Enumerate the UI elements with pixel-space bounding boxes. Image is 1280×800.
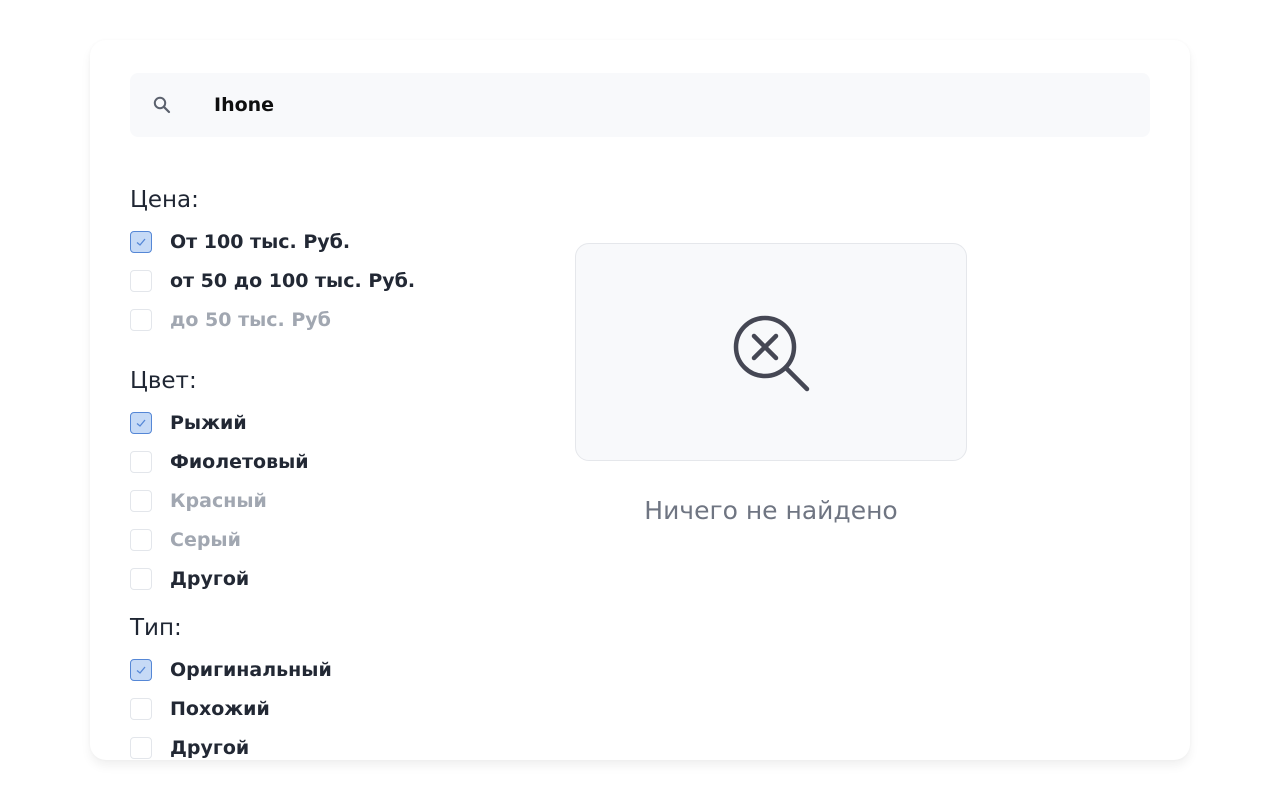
checkbox[interactable] [130,698,152,720]
type-filter-title: Тип: [130,615,182,641]
option-label: от 50 до 100 тыс. Руб. [170,270,416,292]
checkbox[interactable] [130,659,152,681]
check-icon [136,419,146,427]
empty-state-illustration [575,243,967,461]
checkbox[interactable] [130,309,152,331]
search-input[interactable]: Ihone [214,73,274,137]
price-option-50-100k[interactable]: от 50 до 100 тыс. Руб. [130,268,415,294]
type-option-original[interactable]: Оригинальный [130,657,332,683]
type-option-similar[interactable]: Похожий [130,696,270,722]
option-label: Рыжий [170,412,247,434]
type-option-other[interactable]: Другой [130,735,249,760]
color-option-red[interactable]: Красный [130,488,267,514]
checkbox[interactable] [130,529,152,551]
option-label: Другой [170,568,250,590]
checkbox[interactable] [130,451,152,473]
option-label: Другой [170,737,250,759]
option-label: От 100 тыс. Руб. [170,231,351,253]
option-label: до 50 тыс. Руб [170,309,331,331]
search-icon[interactable] [152,95,172,115]
price-option-under-50k[interactable]: до 50 тыс. Руб [130,307,331,333]
price-option-from-100k[interactable]: От 100 тыс. Руб. [130,229,350,255]
option-label: Оригинальный [170,659,332,681]
color-option-purple[interactable]: Фиолетовый [130,449,309,475]
color-option-gray[interactable]: Серый [130,527,241,553]
checkbox[interactable] [130,568,152,590]
checkbox[interactable] [130,490,152,512]
option-label: Серый [170,529,241,551]
color-filter-title: Цвет: [130,368,197,394]
option-label: Похожий [170,698,270,720]
search-bar[interactable]: Ihone [130,73,1150,137]
color-option-ginger[interactable]: Рыжий [130,410,247,436]
check-icon [136,238,146,246]
search-not-found-icon [733,315,810,392]
option-label: Фиолетовый [170,451,309,473]
color-option-other[interactable]: Другой [130,566,249,592]
price-filter-title: Цена: [130,187,199,213]
empty-state-message: Ничего не найдено [644,496,898,525]
search-results-card: Ihone Цена: От 100 тыс. Руб. от 50 до 10… [90,40,1190,760]
checkbox[interactable] [130,737,152,759]
checkbox[interactable] [130,231,152,253]
checkbox[interactable] [130,412,152,434]
option-label: Красный [170,490,267,512]
checkbox[interactable] [130,270,152,292]
check-icon [136,666,146,674]
